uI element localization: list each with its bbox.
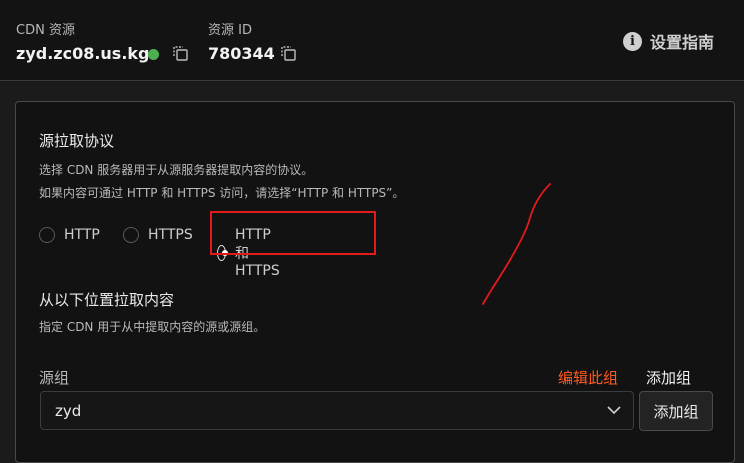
radio-http[interactable]: HTTP [39, 227, 100, 243]
copy-icon[interactable] [171, 44, 189, 62]
annotation-highlight-box [210, 211, 376, 255]
status-dot-icon [148, 49, 159, 60]
add-group-button[interactable]: 添加组 [639, 391, 713, 431]
radio-circle[interactable] [123, 227, 139, 243]
origin-group-label: 源组 [39, 369, 70, 387]
info-icon: i [623, 31, 642, 51]
pull-content-desc: 指定 CDN 用于从中提取内容的源或源组。 [39, 320, 266, 334]
edit-group-link[interactable]: 编辑此组 [558, 367, 618, 388]
radio-circle[interactable] [39, 227, 55, 243]
setup-guide-label: 设置指南 [650, 33, 715, 52]
origin-group-select[interactable]: zyd [40, 391, 634, 430]
copy-id-icon[interactable] [279, 44, 297, 62]
radio-https[interactable]: HTTPS [123, 227, 193, 243]
resource-header: CDN 资源 zyd.zc08.us.kg 资源 ID 780344 i 设置指… [0, 0, 744, 81]
chevron-down-icon [607, 406, 621, 415]
protocol-desc-line1: 选择 CDN 服务器用于从源服务器提取内容的协议。 [39, 163, 314, 177]
resource-id-label: 资源 ID [208, 23, 252, 38]
radio-label: HTTPS [148, 227, 193, 243]
protocol-desc-line2: 如果内容可通过 HTTP 和 HTTPS 访问，请选择“HTTP 和 HTTPS… [39, 186, 405, 200]
protocol-title: 源拉取协议 [39, 132, 115, 150]
cdn-resource-value: zyd.zc08.us.kg [16, 44, 150, 63]
annotation-scribble [482, 183, 551, 305]
origin-group-selected-value: zyd [55, 402, 82, 420]
cdn-resource-label: CDN 资源 [16, 23, 75, 38]
pull-content-title: 从以下位置拉取内容 [39, 291, 175, 309]
setup-guide-link[interactable]: i 设置指南 [623, 29, 714, 53]
radio-label: HTTP [64, 227, 100, 243]
resource-id-value: 780344 [208, 44, 275, 63]
add-group-link[interactable]: 添加组 [646, 367, 691, 388]
